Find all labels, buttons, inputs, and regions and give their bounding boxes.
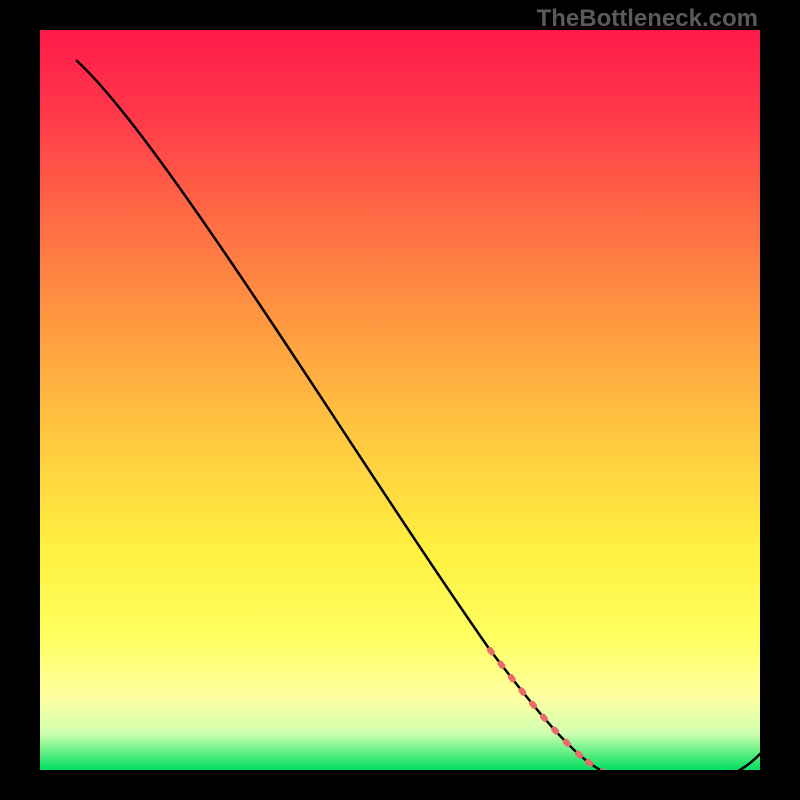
bottleneck-chart (40, 30, 760, 770)
chart-svg (40, 30, 760, 770)
gradient-background (40, 30, 760, 770)
watermark-text: TheBottleneck.com (537, 5, 758, 33)
